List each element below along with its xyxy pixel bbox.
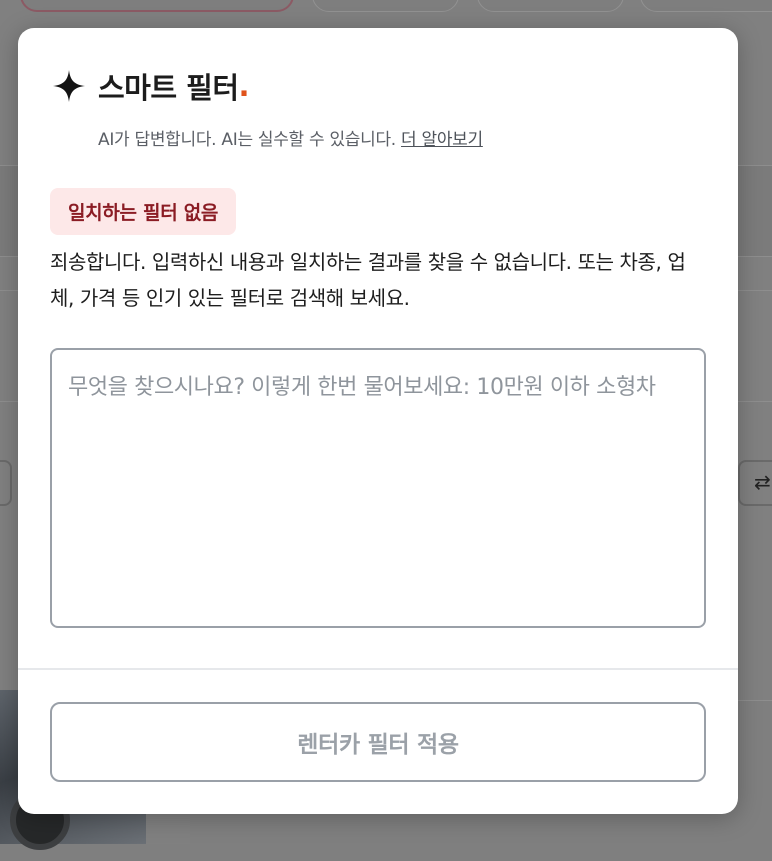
background-filter-chip bbox=[477, 0, 624, 12]
smart-filter-dialog: 스마트 필터. AI가 답변합니다. AI는 실수할 수 있습니다. 더 알아보… bbox=[18, 28, 738, 814]
no-match-message: 죄송합니다. 입력하신 내용과 일치하는 결과를 찾을 수 없습니다. 또는 차… bbox=[50, 250, 686, 310]
smart-filter-query-input[interactable] bbox=[50, 348, 706, 628]
ai-disclaimer: AI가 답변합니다. AI는 실수할 수 있습니다. 더 알아보기 bbox=[98, 125, 483, 150]
background-filter-chip bbox=[640, 0, 772, 12]
background-next-button: ⇄ bbox=[738, 460, 772, 506]
apply-rental-car-filter-button[interactable]: 렌터카 필터 적용 bbox=[50, 702, 706, 782]
dialog-header: 스마트 필터. bbox=[52, 66, 250, 106]
sparkle-icon bbox=[53, 70, 85, 102]
disclaimer-text: AI가 답변합니다. AI는 실수할 수 있습니다. bbox=[98, 130, 402, 150]
background-prev-button bbox=[0, 460, 12, 506]
background-filter-chip bbox=[20, 0, 294, 12]
title-accent-dot: . bbox=[238, 69, 250, 103]
background-filter-chip bbox=[312, 0, 459, 12]
learn-more-link[interactable]: 더 알아보기 bbox=[401, 130, 483, 150]
swap-icon: ⇄ bbox=[754, 470, 771, 494]
dialog-title: 스마트 필터 bbox=[98, 71, 239, 105]
footer-divider bbox=[18, 668, 738, 670]
no-match-badge: 일치하는 필터 없음 bbox=[50, 188, 237, 235]
